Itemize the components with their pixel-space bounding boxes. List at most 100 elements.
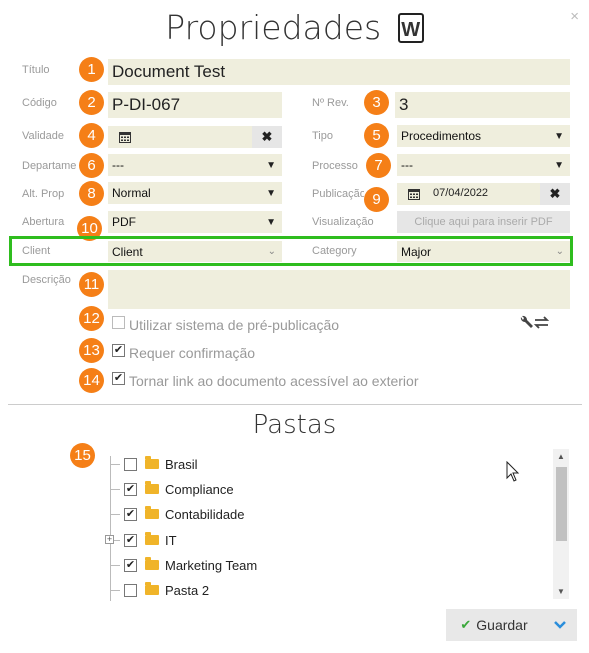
codigo-input[interactable]: P-DI-067: [108, 92, 282, 118]
tipo-label: Tipo: [312, 130, 333, 142]
clear-publicacao-icon[interactable]: ✖: [540, 183, 570, 205]
badge-9: 9: [364, 187, 389, 212]
check-icon: ✔: [460, 617, 472, 632]
descricao-label: Descrição: [22, 274, 71, 286]
folder-icon: [145, 506, 159, 519]
folder-checkbox[interactable]: [124, 583, 137, 597]
scroll-down-icon[interactable]: ▼: [557, 587, 565, 596]
folder-icon: [145, 481, 159, 494]
folder-checkbox[interactable]: ✔: [124, 482, 137, 496]
clear-validade-icon[interactable]: ✖: [252, 126, 282, 148]
section-divider: [8, 404, 582, 405]
wrench-arrows-icon[interactable]: [518, 315, 552, 331]
close-icon[interactable]: ×: [570, 8, 579, 25]
folder-name[interactable]: IT: [165, 533, 177, 548]
abertura-select[interactable]: PDF ▼: [108, 211, 282, 233]
category-select[interactable]: Major ⌄: [397, 241, 570, 262]
word-document-icon: W: [397, 12, 424, 43]
chevron-down-icon: ▼: [266, 216, 276, 228]
folder-icon: [145, 532, 159, 545]
save-button[interactable]: ✔ Guardar: [446, 609, 542, 641]
rev-input[interactable]: 3: [395, 92, 570, 118]
folder-icon: [145, 456, 159, 469]
badge-3: 3: [364, 90, 389, 115]
dialog-title-text: Propriedades: [165, 8, 382, 47]
badge-11: 11: [79, 272, 104, 297]
folder-name[interactable]: Brasil: [165, 457, 198, 472]
scroll-up-icon[interactable]: ▲: [557, 452, 565, 461]
category-value: Major: [401, 244, 432, 259]
tree-branch-line: [110, 463, 120, 465]
folder-row[interactable]: ✔ IT: [110, 532, 177, 548]
badge-15: 15: [70, 443, 95, 468]
folder-row[interactable]: Pasta 2: [110, 582, 209, 598]
altprop-select[interactable]: Normal ▼: [108, 182, 282, 204]
departamento-label: Departame: [22, 160, 77, 172]
insert-pdf-button[interactable]: Clique aqui para inserir PDF: [397, 211, 570, 233]
departamento-select[interactable]: --- ▼: [108, 154, 282, 176]
folder-name[interactable]: Pasta 2: [165, 583, 209, 598]
badge-13: 13: [79, 338, 104, 363]
tipo-value: Procedimentos: [401, 129, 482, 143]
calendar-icon[interactable]: [110, 126, 140, 148]
folder-row[interactable]: ✔ Marketing Team: [110, 557, 257, 573]
processo-value: ---: [401, 158, 413, 172]
titulo-input[interactable]: Document Test: [108, 59, 570, 85]
folder-row[interactable]: ✔ Contabilidade: [110, 506, 245, 522]
validade-field[interactable]: ✖: [108, 126, 282, 148]
chevron-down-icon: ▼: [266, 159, 276, 171]
tree-branch-line: [110, 564, 120, 566]
folder-name[interactable]: Compliance: [165, 482, 234, 497]
rev-label: Nº Rev.: [312, 97, 349, 109]
link-exterior-label: Tornar link ao documento acessível ao ex…: [129, 373, 419, 389]
badge-12: 12: [79, 306, 104, 331]
folder-checkbox[interactable]: [124, 457, 137, 471]
client-label: Client: [22, 245, 51, 257]
tipo-select[interactable]: Procedimentos ▼: [397, 125, 570, 147]
processo-select[interactable]: --- ▼: [397, 154, 570, 176]
descricao-textarea[interactable]: [108, 270, 570, 309]
folder-checkbox[interactable]: ✔: [124, 507, 137, 521]
folder-name[interactable]: Marketing Team: [165, 558, 257, 573]
scrollbar-thumb[interactable]: [556, 467, 567, 541]
expand-icon[interactable]: +: [105, 535, 114, 544]
folder-name[interactable]: Contabilidade: [165, 507, 245, 522]
client-select[interactable]: Client ⌄: [108, 241, 282, 262]
save-options-chevron-icon[interactable]: [542, 609, 577, 641]
codigo-label: Código: [22, 97, 57, 109]
chevron-down-icon: ▼: [554, 130, 564, 142]
pre-publicacao-label: Utilizar sistema de pré-publicação: [129, 317, 340, 333]
tree-guide-line: [110, 456, 111, 601]
link-exterior-checkbox[interactable]: ✔: [112, 372, 125, 385]
folders-title: Pastas: [252, 410, 337, 440]
badge-5: 5: [364, 123, 389, 148]
badge-8: 8: [79, 181, 104, 206]
folder-icon: [145, 557, 159, 570]
folder-checkbox[interactable]: ✔: [124, 558, 137, 572]
category-label: Category: [312, 245, 357, 257]
dialog-title: Propriedades W: [0, 6, 589, 47]
badge-6: 6: [79, 153, 104, 178]
folder-icon: [145, 582, 159, 595]
mouse-pointer-icon: [506, 460, 520, 488]
publicacao-label: Publicação: [312, 188, 364, 200]
publicacao-field[interactable]: 07/04/2022 ✖: [397, 183, 570, 205]
pre-publicacao-checkbox[interactable]: [112, 316, 125, 329]
folder-row[interactable]: ✔ Compliance: [110, 481, 234, 497]
chevron-down-icon: ▼: [266, 187, 276, 199]
badge-4: 4: [79, 123, 104, 148]
tree-branch-line: [110, 488, 120, 490]
badge-14: 14: [79, 368, 104, 393]
requer-confirmacao-checkbox[interactable]: ✔: [112, 344, 125, 357]
departamento-value: ---: [112, 158, 124, 172]
folder-row[interactable]: Brasil: [110, 456, 198, 472]
publicacao-value[interactable]: 07/04/2022: [433, 187, 488, 199]
calendar-icon[interactable]: [399, 183, 429, 205]
folder-checkbox[interactable]: ✔: [124, 533, 137, 547]
badge-7: 7: [366, 153, 391, 178]
abertura-label: Abertura: [22, 216, 65, 228]
titulo-label: Título: [22, 64, 50, 76]
altprop-value: Normal: [112, 186, 151, 200]
visualizacao-label: Visualização: [312, 216, 374, 228]
requer-confirmacao-label: Requer confirmação: [129, 345, 256, 361]
